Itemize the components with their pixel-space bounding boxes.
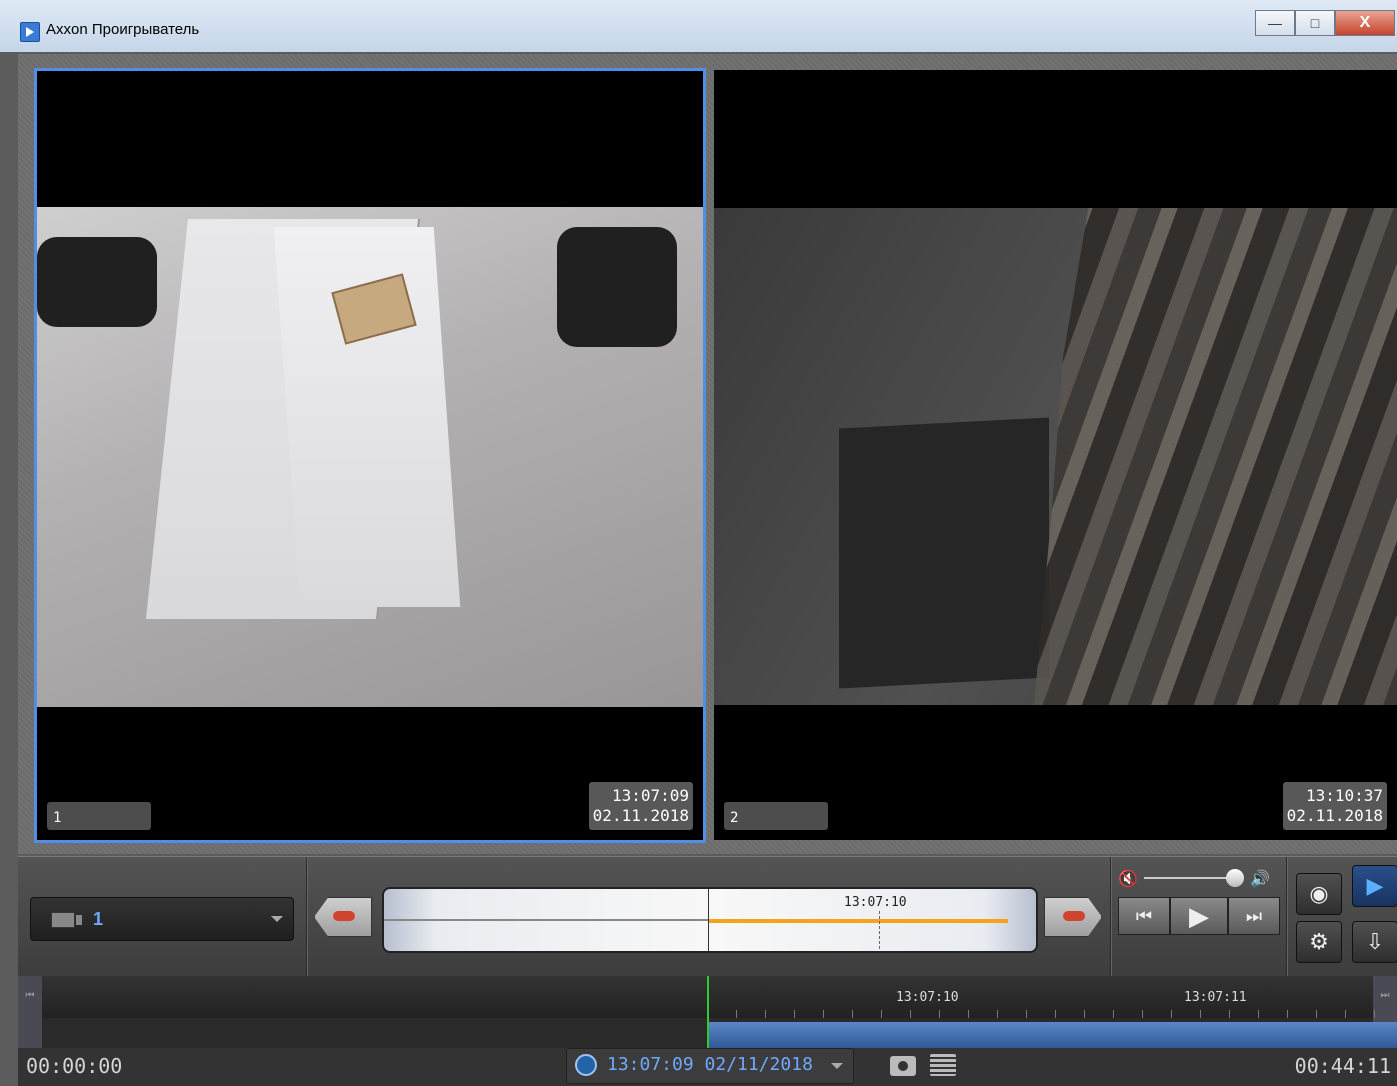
- chair-shape: [37, 237, 157, 327]
- print-icon[interactable]: [930, 1054, 956, 1076]
- datetime-value: 13:07:09 02/11/2018: [607, 1054, 813, 1075]
- time-marker: [879, 911, 880, 949]
- camera-snapshot-icon[interactable]: [890, 1056, 916, 1076]
- record-icon: [333, 911, 355, 921]
- recorded-range: [707, 1022, 1397, 1048]
- camera-tile-1[interactable]: 1 13:07:09 02.11.2018: [34, 68, 706, 843]
- camera-tile-2[interactable]: 2 13:10:37 02.11.2018: [714, 70, 1397, 840]
- prev-event-button[interactable]: [314, 897, 372, 937]
- chair-shape: [557, 227, 677, 347]
- play-button[interactable]: ▶: [1170, 897, 1228, 935]
- total-time: 00:44:11: [1294, 1054, 1391, 1078]
- maximize-button[interactable]: □: [1295, 10, 1335, 36]
- timestamp-time: 13:07:09: [611, 786, 689, 805]
- window-title: Axxon Проигрыватель: [46, 21, 200, 38]
- eye-button[interactable]: ◉: [1296, 873, 1342, 915]
- timeline-track: [384, 919, 708, 921]
- mini-timeline-label: 13:07:10: [844, 895, 907, 910]
- clock-icon: [575, 1054, 597, 1076]
- chevron-down-icon: [831, 1063, 843, 1069]
- divider: [306, 857, 307, 977]
- settings-button[interactable]: ⚙: [1296, 921, 1342, 963]
- divider: [1110, 857, 1111, 977]
- timestamp-date: 02.11.2018: [1286, 806, 1383, 825]
- next-frame-button[interactable]: ⏭: [1228, 897, 1280, 935]
- playback-buttons: ⏮ ▶ ⏭: [1118, 897, 1280, 935]
- playhead[interactable]: [708, 889, 709, 951]
- timestamp-date: 02.11.2018: [592, 806, 689, 825]
- minimize-button[interactable]: —: [1255, 10, 1295, 36]
- person-shape: [1034, 208, 1397, 705]
- playback-mode-button[interactable]: ▶: [1352, 865, 1397, 907]
- camera-label: 1: [47, 802, 151, 830]
- window-controls: — □ X: [1255, 10, 1395, 36]
- main-timeline[interactable]: ⏮ ⏭ 13:07:10 13:07:11: [18, 976, 1397, 1048]
- title-bar: Axxon Проигрыватель — □ X: [0, 0, 1397, 53]
- volume-knob[interactable]: [1226, 869, 1244, 887]
- timestamp-overlay: 13:10:37 02.11.2018: [1282, 782, 1387, 830]
- timestamp-time: 13:10:37: [1305, 786, 1383, 805]
- export-button[interactable]: ⇩: [1352, 921, 1397, 963]
- record-icon: [1063, 911, 1085, 921]
- datetime-picker[interactable]: 13:07:09 02/11/2018: [566, 1048, 854, 1084]
- next-event-button[interactable]: [1044, 897, 1102, 937]
- monitor-shape: [839, 417, 1049, 689]
- recording-bar: [708, 919, 1008, 923]
- elapsed-time: 00:00:00: [26, 1054, 123, 1078]
- camera-select-value: 1: [93, 909, 104, 929]
- previous-frame-button[interactable]: ⏮: [1118, 897, 1170, 935]
- timeline-ticks: [707, 1010, 1397, 1018]
- mute-icon[interactable]: 🔇: [1118, 869, 1138, 889]
- mini-timeline[interactable]: 13:07:10: [382, 887, 1038, 953]
- status-bar: 00:00:00 13:07:09 02/11/2018 00:44:11: [18, 1048, 1397, 1086]
- timeline-playhead[interactable]: [707, 976, 709, 1048]
- camera-select[interactable]: 1: [30, 897, 294, 941]
- camera-label: 2: [724, 802, 828, 830]
- control-panel: 1 13:07:10 🔇 🔊 ⏮ ▶ ⏭ ◉ ⚙ ▶ ⇩: [18, 856, 1397, 977]
- camera-icon: [51, 912, 82, 928]
- timestamp-overlay: 13:07:09 02.11.2018: [588, 782, 693, 830]
- chevron-down-icon: [271, 916, 283, 922]
- camera-1-video: [37, 207, 703, 707]
- timeline-start-marker[interactable]: ⏮: [18, 976, 42, 1048]
- timeline-label: 13:07:11: [1184, 990, 1247, 1005]
- volume-control[interactable]: 🔇 🔊: [1118, 867, 1278, 889]
- timeline-label: 13:07:10: [896, 990, 959, 1005]
- close-button[interactable]: X: [1335, 10, 1395, 36]
- speaker-icon: 🔊: [1250, 871, 1270, 888]
- divider: [1286, 857, 1287, 977]
- app-icon: [20, 22, 40, 42]
- camera-2-video: [714, 208, 1397, 705]
